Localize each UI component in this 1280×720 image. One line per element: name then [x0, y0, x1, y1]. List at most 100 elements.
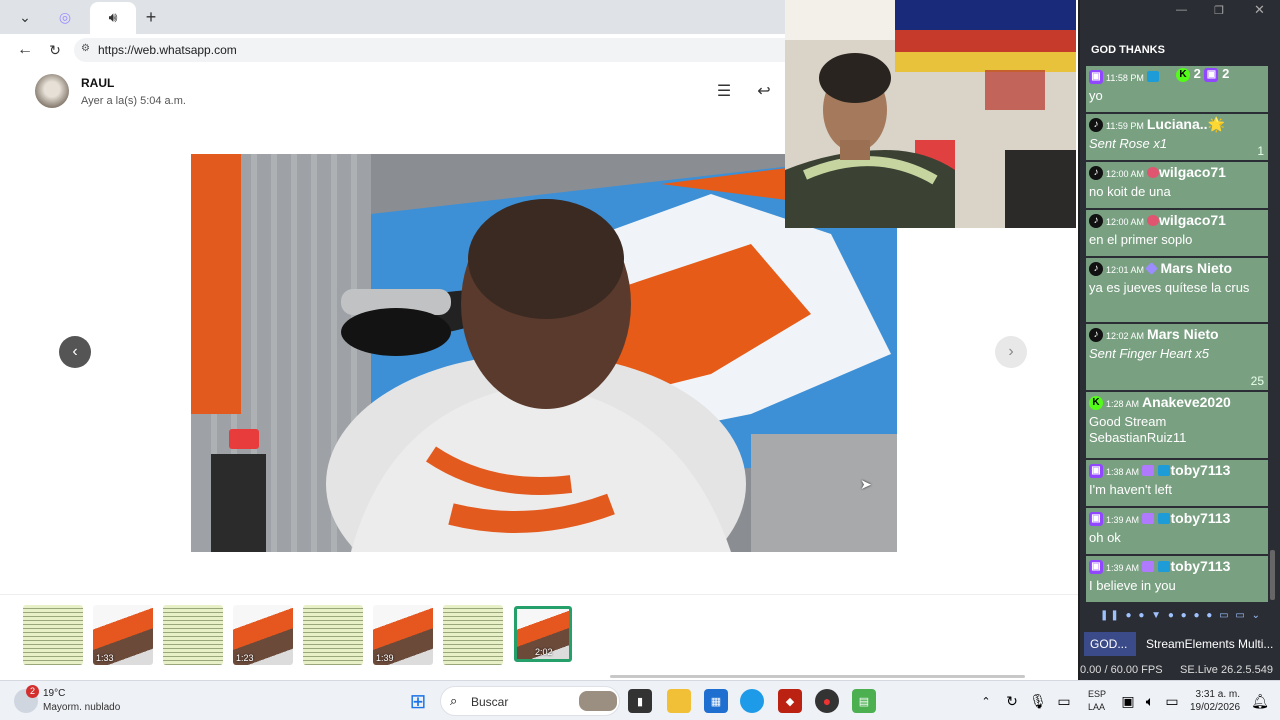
thumbnail-2[interactable]: 1:33 [93, 605, 153, 665]
kick-icon: K [1176, 67, 1190, 82]
keyboard-language[interactable]: ESP LAA [1088, 688, 1106, 714]
notification-bell-icon[interactable]: 🔔︎ [1248, 689, 1272, 713]
chat-message: ▣ 1:39 AM toby7113 oh ok [1086, 508, 1268, 556]
subscriber-badge-icon [1158, 513, 1171, 525]
site-info-icon[interactable]: ⚙ [81, 43, 90, 54]
chat-text: yo [1089, 88, 1103, 103]
dock-titlebar: — ❐ ✕ [1080, 0, 1280, 40]
chat-text: Sent Rose x1 [1089, 136, 1168, 151]
video-duration: 1:39 [376, 653, 394, 663]
taskbar-search-box[interactable]: ⌕ Buscar [440, 686, 620, 716]
media-thumbnail-strip: 1:33 1:23 1:39 2:02 [0, 594, 1078, 680]
thumbnail-4[interactable]: 1:23 [233, 605, 293, 665]
back-arrow-icon[interactable]: ← [10, 37, 40, 63]
chat-text: Sent Finger Heart x5 [1089, 346, 1209, 361]
sync-icon[interactable]: ↻ [1000, 689, 1024, 713]
device-icon[interactable]: ▭ [1052, 689, 1076, 713]
task-view-icon[interactable]: ▮ [628, 689, 652, 713]
chat-message: ♪ 11:59 PM Luciana..🌟 Sent Rose x1 1 [1086, 114, 1268, 162]
network-icon[interactable]: ▣ [1116, 689, 1140, 713]
go-to-message-icon[interactable]: ☰ [709, 78, 739, 104]
clock-date: 19/02/2026 [1190, 702, 1241, 713]
thumbnail-3[interactable] [163, 605, 223, 665]
tab-favicon-icon[interactable]: ◎ [50, 4, 80, 30]
obs-icon[interactable]: ● [815, 689, 839, 713]
moderator-badge-icon [1145, 262, 1158, 276]
gift-amount: 1 [1257, 144, 1264, 158]
dock-tabs: GOD... StreamElements Multi... [1080, 632, 1280, 656]
fps-readout: 0.00 / 60.00 FPS [1080, 664, 1163, 676]
contact-name: RAUL [81, 76, 115, 90]
chat-message: ♪ 12:02 AM Mars Nieto Sent Finger Heart x5… [1086, 324, 1268, 392]
tiktok-badge-icon [1147, 167, 1160, 179]
chat-text: Good Stream SebastianRuiz11 [1089, 414, 1187, 445]
mouse-cursor-icon: ➤ [860, 476, 872, 492]
speaker-icon[interactable]: 🔊︎ [98, 4, 128, 30]
tiktok-icon: ♪ [1089, 117, 1103, 132]
twitch-icon: ▣ [1089, 559, 1103, 574]
weather-temperature[interactable]: 19°C [43, 688, 65, 699]
battery-icon[interactable]: ▭ [1160, 689, 1184, 713]
microphone-icon[interactable]: 🎙︎ [1026, 689, 1050, 713]
message-timestamp: Ayer a la(s) 5:04 a.m. [81, 95, 186, 107]
tiktok-icon: ♪ [1089, 327, 1103, 342]
address-bar: ← ↻ ⚙ https://web.whatsapp.com [0, 34, 785, 66]
tab-list-chevron-icon[interactable]: ⌄ [10, 4, 40, 30]
volume-icon[interactable]: 🔈︎ [1138, 689, 1162, 713]
avatar[interactable] [35, 74, 69, 108]
chat-message: ▣ 1:39 AM toby7113 I believe in you [1086, 556, 1268, 604]
chat-message: ♪ 12:00 AM wilgaco71 en el primer soplo [1086, 210, 1268, 258]
taskbar: 2 19°C Mayorm. nublado ⊞ ⌕ Buscar ▮ ▦ ◆ … [0, 680, 1280, 720]
chat-text: ya es jueves quítese la crus [1089, 280, 1250, 295]
video-duration: 1:33 [96, 653, 114, 663]
start-windows-icon[interactable]: ⊞ [406, 689, 430, 713]
desktop: ⌄ ◎ 🔊︎ + ← ↻ ⚙ https://web.whatsapp.com … [0, 0, 1280, 720]
chat-scrollbar[interactable] [1270, 550, 1275, 600]
twitch-icon: ▣ [1089, 511, 1103, 526]
reload-icon[interactable]: ↻ [40, 37, 70, 63]
maximize-icon[interactable]: ❐ [1214, 4, 1224, 17]
search-highlight-image [579, 691, 617, 711]
new-tab-plus-icon[interactable]: + [136, 4, 166, 30]
dock-toolbar-icons[interactable]: ❚❚ ● ● ▼ ● ● ● ● ▭ ▭ ⌄ [1100, 610, 1270, 626]
thumbnail-6[interactable]: 1:39 [373, 605, 433, 665]
clock-time: 3:31 a. m. [1195, 689, 1240, 700]
tray-chevron-up-icon[interactable]: ⌃ [974, 689, 998, 713]
weather-description[interactable]: Mayorm. nublado [43, 702, 120, 713]
reply-icon[interactable]: ↩ [749, 78, 779, 104]
previous-media-button[interactable]: ‹ [59, 336, 91, 368]
app-chart-icon[interactable]: ▤ [852, 689, 876, 713]
subscriber-badge-icon [1158, 465, 1171, 477]
url-field[interactable]: ⚙ https://web.whatsapp.com [74, 38, 785, 62]
founder-badge-icon [1142, 513, 1155, 525]
edge-icon[interactable] [740, 689, 764, 713]
tab-active[interactable]: 🔊︎ [90, 2, 136, 34]
horizontal-scrollbar[interactable] [610, 675, 1025, 678]
kick-icon: K [1089, 395, 1103, 410]
chat-message: ♪ 12:01 AM Mars Nieto ya es jueves quítes… [1086, 258, 1268, 324]
clock[interactable]: 3:31 a. m. 19/02/2026 [1190, 688, 1240, 714]
weather-alert-badge: 2 [26, 685, 39, 698]
thumbnail-1[interactable] [23, 605, 83, 665]
chat-text: I believe in you [1089, 578, 1176, 593]
tab-god[interactable]: GOD... [1084, 632, 1136, 656]
kick-viewer-count: 2 [1193, 66, 1201, 81]
thumbnail-5[interactable] [303, 605, 363, 665]
next-media-button[interactable]: › [995, 336, 1027, 368]
twitch-icon: ▣ [1204, 67, 1219, 82]
chat-text: no koit de una [1089, 184, 1171, 199]
minimize-icon[interactable]: — [1176, 4, 1187, 16]
tiktok-badge-icon [1147, 215, 1160, 227]
tiktok-icon: ♪ [1089, 213, 1103, 228]
gift-amount: 25 [1250, 374, 1264, 388]
chat-message-list: ▣ 11:58 PM yo ♪ 11:59 PM Luciana..🌟 Sent Ro… [1086, 66, 1268, 606]
dock-title: GOD THANKS [1091, 44, 1165, 56]
store-icon[interactable]: ▦ [704, 689, 728, 713]
tab-streamelements[interactable]: StreamElements Multi... [1140, 632, 1280, 656]
url-text: https://web.whatsapp.com [98, 43, 237, 57]
file-explorer-icon[interactable] [667, 689, 691, 713]
close-icon[interactable]: ✕ [1254, 2, 1265, 18]
thumbnail-7[interactable] [443, 605, 503, 665]
thumbnail-8-selected[interactable]: 2:02 [514, 606, 572, 662]
app-shield-icon[interactable]: ◆ [778, 689, 802, 713]
